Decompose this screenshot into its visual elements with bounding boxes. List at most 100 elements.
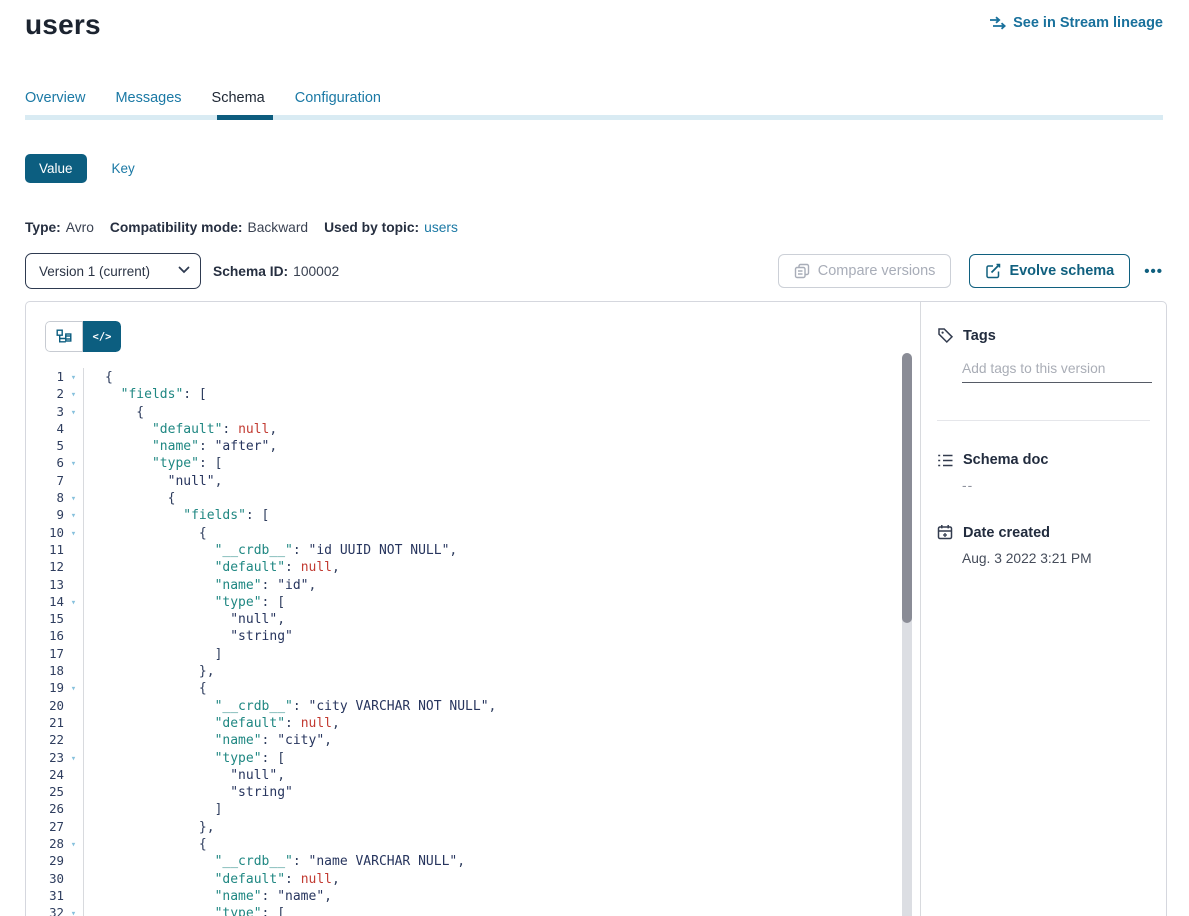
code-text: "name": "city", [83, 733, 332, 748]
code-line: 6▾ "type": [ [26, 454, 918, 471]
doc-list-icon [937, 453, 954, 468]
evolve-schema-label: Evolve schema [1009, 263, 1114, 279]
code-text: "__crdb__": "name VARCHAR NULL", [83, 854, 465, 869]
code-line: 11 "__crdb__": "id UUID NOT NULL", [26, 541, 918, 558]
line-number: 31 [26, 887, 64, 904]
code-line: 3▾ { [26, 403, 918, 420]
line-number: 2 [26, 385, 64, 402]
schema-id-label: Schema ID: [213, 264, 288, 279]
code-line: 12 "default": null, [26, 558, 918, 575]
date-created-title: Date created [963, 525, 1050, 541]
tags-input[interactable] [962, 361, 1152, 383]
code-text: "string" [83, 629, 293, 644]
active-tab-marker [217, 115, 273, 120]
code-text: "string" [83, 785, 293, 800]
line-number: 13 [26, 576, 64, 593]
line-number: 21 [26, 714, 64, 731]
code-line: 18 }, [26, 662, 918, 679]
line-number: 14 [26, 593, 64, 610]
code-text: ] [83, 802, 222, 817]
type-value: Avro [66, 220, 94, 235]
key-toggle-button[interactable]: Key [112, 161, 135, 176]
code-line: 19▾ { [26, 679, 918, 696]
schema-panel: </> 1▾{2▾ "fields": [3▾ {4 "default": nu… [25, 301, 1167, 916]
tab-schema[interactable]: Schema [212, 90, 265, 118]
type-label: Type: [25, 220, 61, 235]
code-text: "null", [83, 612, 285, 627]
line-number: 15 [26, 610, 64, 627]
value-toggle-button[interactable]: Value [25, 154, 87, 183]
schema-doc-value: -- [962, 478, 1150, 493]
topic-link[interactable]: users [424, 220, 458, 235]
code-line: 10▾ { [26, 524, 918, 541]
line-number: 28 [26, 835, 64, 852]
line-number: 26 [26, 800, 64, 817]
code-text: "null", [83, 474, 222, 489]
more-actions-button[interactable]: ••• [1140, 259, 1167, 284]
line-number: 1 [26, 368, 64, 385]
line-number: 27 [26, 818, 64, 835]
tab-overview[interactable]: Overview [25, 90, 85, 118]
stream-lineage-label: See in Stream lineage [1013, 15, 1163, 31]
calendar-plus-icon [937, 524, 954, 541]
code-line: 30 "default": null, [26, 870, 918, 887]
code-line: 24 "null", [26, 766, 918, 783]
code-line: 27 }, [26, 818, 918, 835]
line-number: 17 [26, 645, 64, 662]
line-number: 9 [26, 506, 64, 523]
code-line: 28▾ { [26, 835, 918, 852]
compatibility-value: Backward [248, 220, 309, 235]
view-mode-toggle: </> [45, 321, 121, 352]
tab-underline [25, 115, 1163, 120]
code-line: 16 "string" [26, 627, 918, 644]
code-line: 31 "name": "name", [26, 887, 918, 904]
code-text: "default": null, [83, 422, 277, 437]
code-line: 22 "name": "city", [26, 731, 918, 748]
code-line: 7 "null", [26, 472, 918, 489]
tags-title: Tags [963, 328, 996, 344]
evolve-schema-button[interactable]: Evolve schema [969, 254, 1130, 288]
code-line: 32▾ "type": [ [26, 904, 918, 916]
code-text: "name": "after", [83, 439, 277, 454]
code-line: 8▾ { [26, 489, 918, 506]
code-text: { [83, 837, 207, 852]
editor-scrollbar-thumb[interactable] [902, 353, 912, 623]
code-editor[interactable]: 1▾{2▾ "fields": [3▾ {4 "default": null,5… [26, 368, 918, 916]
code-view-button[interactable]: </> [83, 321, 121, 352]
code-text: "default": null, [83, 872, 340, 887]
tab-configuration[interactable]: Configuration [295, 90, 381, 118]
tab-messages[interactable]: Messages [115, 90, 181, 118]
fold-toggle-icon[interactable]: ▾ [64, 387, 83, 404]
compare-versions-button[interactable]: Compare versions [778, 254, 952, 288]
line-number: 22 [26, 731, 64, 748]
code-text: "type": [ [83, 751, 285, 766]
version-select[interactable]: Version 1 (current) [25, 253, 201, 289]
tab-bar: Overview Messages Schema Configuration [25, 90, 1163, 121]
tree-view-icon [56, 329, 73, 345]
code-text: "__crdb__": "city VARCHAR NOT NULL", [83, 699, 496, 714]
line-number: 20 [26, 697, 64, 714]
version-bar: Version 1 (current) Schema ID: 100002 Co… [25, 253, 1167, 289]
code-text: { [83, 526, 207, 541]
fold-toggle-icon[interactable]: ▾ [64, 906, 83, 916]
date-created-value: Aug. 3 2022 3:21 PM [962, 551, 1150, 566]
code-text: }, [83, 664, 215, 679]
code-text: { [83, 491, 175, 506]
line-number: 3 [26, 403, 64, 420]
code-line: 9▾ "fields": [ [26, 506, 918, 523]
schema-doc-title: Schema doc [963, 452, 1048, 468]
stream-lineage-icon [988, 16, 1006, 30]
code-line: 26 ] [26, 800, 918, 817]
line-number: 10 [26, 524, 64, 541]
line-number: 24 [26, 766, 64, 783]
editor-scrollbar-track[interactable] [902, 353, 912, 916]
code-text: "type": [ [83, 906, 285, 916]
stream-lineage-link[interactable]: See in Stream lineage [988, 15, 1163, 31]
code-text: "type": [ [83, 595, 285, 610]
line-number: 6 [26, 454, 64, 471]
schema-sidebar: Tags Schema doc -- [921, 302, 1166, 916]
code-line: 17 ] [26, 645, 918, 662]
tree-view-button[interactable] [45, 321, 83, 352]
line-number: 30 [26, 870, 64, 887]
schema-meta-row: Type: Avro Compatibility mode: Backward … [25, 220, 458, 235]
